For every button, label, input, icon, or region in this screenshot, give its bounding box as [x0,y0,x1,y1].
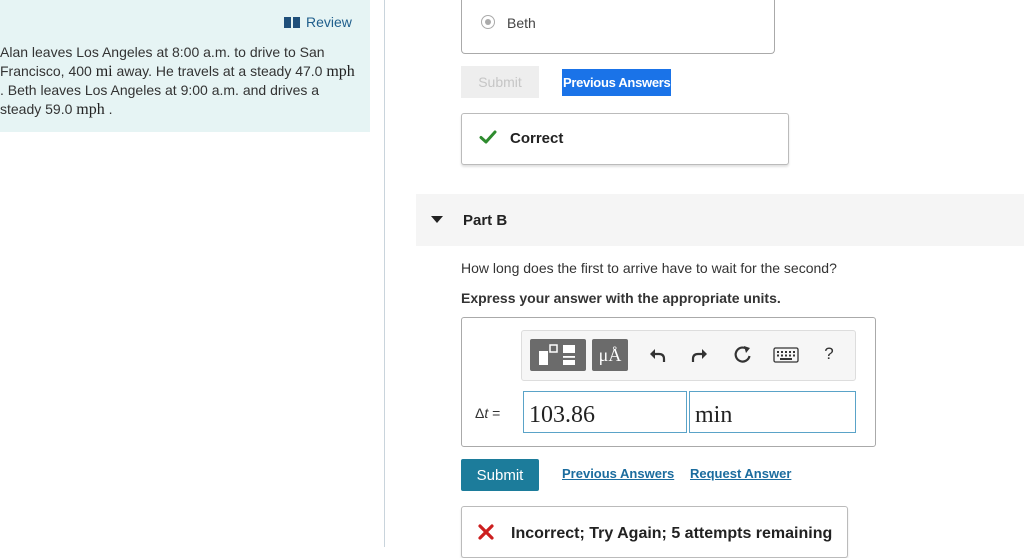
reset-icon[interactable] [731,343,755,367]
math-toolbar: μÅ ? [521,330,856,381]
units-button[interactable]: μÅ [592,339,628,371]
problem-panel: Review Alan leaves Los Angeles at 8:00 a… [0,0,370,132]
problem-text-2: away. He travels at a steady 47.0 [112,62,327,79]
book-icon [284,16,300,28]
keyboard-icon[interactable] [772,345,800,365]
checkmark-icon [479,130,497,144]
part-a-answer-choice: Beth [461,0,775,54]
collapse-caret-icon[interactable] [431,216,443,223]
templates-icon [539,344,575,365]
redo-icon[interactable] [687,343,711,367]
unit-input[interactable] [689,391,856,433]
part-a-submit-button[interactable]: Submit [461,66,539,98]
x-icon [478,524,494,540]
problem-text-4: . [104,100,113,117]
radio-label: Beth [507,15,536,31]
submit-button[interactable]: Submit [461,459,539,491]
incorrect-feedback: Incorrect; Try Again; 5 attempts remaini… [461,506,848,558]
equals-sign: = [488,405,501,421]
correct-feedback: Correct [461,113,789,165]
previous-answers-link[interactable]: Previous Answers [562,466,674,481]
answer-box: μÅ ? Δt = 103.86 min [461,317,876,447]
undo-icon[interactable] [646,343,670,367]
unit-mph: mph [76,100,105,118]
unit-mi: mi [95,62,113,80]
instruction-text: Express your answer with the appropriate… [461,290,781,306]
unit-mph: mph [326,62,355,80]
templates-button[interactable] [530,339,586,371]
column-divider [384,0,385,547]
problem-statement: Alan leaves Los Angeles at 8:00 a.m. to … [0,43,355,119]
radio-button[interactable] [481,15,495,29]
delta-t-label: Δt = [475,405,500,421]
delta-symbol: Δ [475,405,485,421]
incorrect-text: Incorrect; Try Again; 5 attempts remaini… [511,525,833,542]
review-label: Review [306,14,352,30]
part-b-header[interactable]: Part B [416,194,1024,246]
part-b-title: Part B [463,212,508,229]
part-a-previous-answers-link[interactable]: Previous Answers [562,69,672,96]
review-link[interactable]: Review [284,14,352,30]
correct-text: Correct [510,130,564,147]
request-answer-link[interactable]: Request Answer [690,466,791,481]
value-input[interactable] [523,391,687,433]
question-text: How long does the first to arrive have t… [461,260,837,276]
help-button[interactable]: ? [818,341,840,367]
problem-text-3: . Beth leaves Los Angeles at 9:00 a.m. a… [0,82,320,117]
